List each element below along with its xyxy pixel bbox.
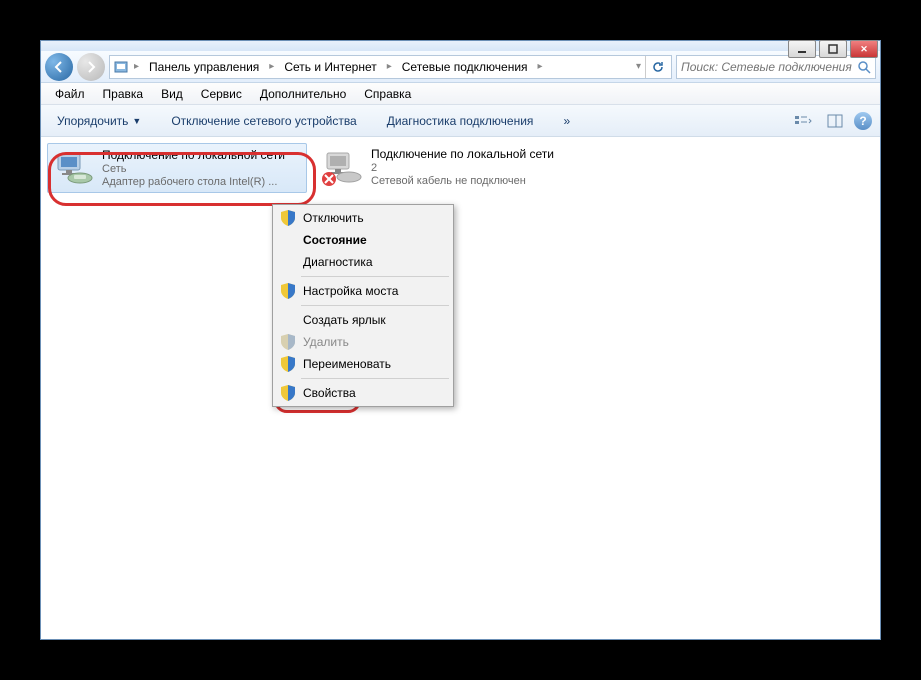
disable-device-button[interactable]: Отключение сетевого устройства <box>163 110 364 132</box>
search-box[interactable] <box>676 55 876 79</box>
connection-text: Подключение по локальной сети Сеть Адапт… <box>102 148 285 188</box>
view-options-button[interactable] <box>790 110 816 132</box>
menu-tools[interactable]: Сервис <box>193 85 250 103</box>
shield-icon <box>279 282 297 300</box>
menu-edit[interactable]: Правка <box>95 85 152 103</box>
ctx-status[interactable]: Состояние <box>275 229 451 251</box>
ctx-delete: Удалить <box>275 331 451 353</box>
ctx-diagnose[interactable]: Диагностика <box>275 251 451 273</box>
breadcrumb-sep: ▸ <box>536 61 545 72</box>
organize-button[interactable]: Упорядочить▼ <box>49 110 149 132</box>
shield-icon <box>279 209 297 227</box>
explorer-window: ✕ ▸ Панель управления ▸ Сеть и Интернет … <box>40 40 881 640</box>
minimize-button[interactable] <box>788 40 816 58</box>
back-button[interactable] <box>45 53 73 81</box>
menu-extra[interactable]: Дополнительно <box>252 85 354 103</box>
shield-icon <box>279 333 297 351</box>
menu-help[interactable]: Справка <box>356 85 419 103</box>
connection-number: 2 <box>371 162 554 174</box>
ctx-properties[interactable]: Свойства <box>275 382 451 404</box>
location-icon <box>112 58 130 76</box>
connection-title: Подключение по локальной сети <box>102 148 285 162</box>
connection-network: Сеть <box>102 163 285 175</box>
ctx-bridge[interactable]: Настройка моста <box>275 280 451 302</box>
breadcrumb-sep: ▸ <box>132 61 141 72</box>
breadcrumb-item[interactable]: Сеть и Интернет <box>278 58 382 76</box>
shield-icon <box>279 355 297 373</box>
maximize-button[interactable] <box>819 40 847 58</box>
separator <box>301 276 449 277</box>
connection-item[interactable]: Подключение по локальной сети 2 Сетевой … <box>317 143 577 191</box>
shield-icon <box>279 384 297 402</box>
breadcrumb-sep: ▸ <box>385 61 394 72</box>
ctx-shortcut[interactable]: Создать ярлык <box>275 309 451 331</box>
forward-button[interactable] <box>77 53 105 81</box>
help-button[interactable]: ? <box>854 112 872 130</box>
connection-text: Подключение по локальной сети 2 Сетевой … <box>371 147 554 187</box>
connection-item[interactable]: Подключение по локальной сети Сеть Адапт… <box>47 143 307 193</box>
close-button[interactable]: ✕ <box>850 40 878 58</box>
connection-title: Подключение по локальной сети <box>371 147 554 161</box>
toolbar: Упорядочить▼ Отключение сетевого устройс… <box>41 105 880 137</box>
ctx-disable[interactable]: Отключить <box>275 207 451 229</box>
search-icon[interactable] <box>857 60 871 74</box>
network-adapter-icon <box>52 148 94 188</box>
content-area[interactable]: Подключение по локальной сети Сеть Адапт… <box>41 137 880 639</box>
network-adapter-icon <box>321 147 363 187</box>
menu-file[interactable]: Файл <box>47 85 93 103</box>
dropdown-icon[interactable]: ▾ <box>634 61 643 72</box>
title-bar[interactable] <box>41 41 880 51</box>
breadcrumb-item[interactable]: Панель управления <box>143 58 265 76</box>
menu-view[interactable]: Вид <box>153 85 191 103</box>
nav-bar: ▸ Панель управления ▸ Сеть и Интернет ▸ … <box>41 51 880 83</box>
connection-status: Сетевой кабель не подключен <box>371 175 554 187</box>
window-controls: ✕ <box>788 40 878 58</box>
ctx-rename[interactable]: Переименовать <box>275 353 451 375</box>
connection-adapter: Адаптер рабочего стола Intel(R) ... <box>102 176 285 188</box>
separator <box>301 305 449 306</box>
breadcrumb-sep: ▸ <box>267 61 276 72</box>
separator <box>301 378 449 379</box>
diagnose-button[interactable]: Диагностика подключения <box>379 110 542 132</box>
menu-bar: Файл Правка Вид Сервис Дополнительно Спр… <box>41 83 880 105</box>
refresh-button[interactable] <box>645 56 669 78</box>
more-commands[interactable]: » <box>555 110 578 132</box>
preview-pane-button[interactable] <box>822 110 848 132</box>
search-input[interactable] <box>681 60 857 74</box>
breadcrumb-bar[interactable]: ▸ Панель управления ▸ Сеть и Интернет ▸ … <box>109 55 672 79</box>
breadcrumb-item[interactable]: Сетевые подключения <box>396 58 534 76</box>
context-menu: Отключить Состояние Диагностика Настройк… <box>272 204 454 407</box>
